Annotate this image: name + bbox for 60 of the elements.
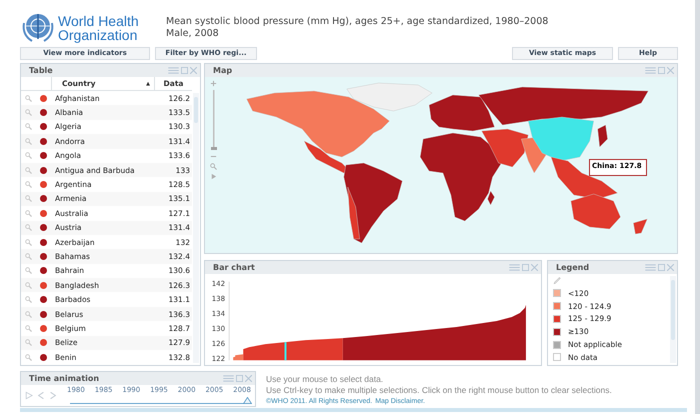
scrollbar[interactable]: [193, 93, 199, 363]
zoom-icon[interactable]: [25, 252, 32, 260]
play-icon[interactable]: [25, 391, 33, 400]
close-icon[interactable]: [245, 375, 252, 382]
zoom-icon[interactable]: [25, 224, 32, 232]
zoom-icon[interactable]: [25, 238, 32, 246]
zoom-icon[interactable]: [25, 94, 32, 102]
scrollbar[interactable]: [670, 276, 676, 363]
maximize-icon[interactable]: [181, 67, 188, 74]
zoom-icon[interactable]: [25, 310, 32, 318]
maximize-icon[interactable]: [658, 264, 665, 271]
zoom-icon[interactable]: [25, 166, 32, 174]
zoom-out-icon[interactable]: [210, 153, 217, 160]
zoom-icon[interactable]: [25, 296, 32, 304]
zoom-icon[interactable]: [25, 181, 32, 188]
logo-text: Organization: [58, 28, 138, 42]
scrollbar[interactable]: [20, 408, 687, 412]
menu-icon[interactable]: [223, 375, 234, 382]
zoom-slider-thumb[interactable]: [210, 147, 216, 150]
zoom-icon[interactable]: [25, 138, 32, 145]
panel-title: Table: [29, 66, 53, 75]
zoom-icon[interactable]: [25, 354, 32, 361]
maximize-icon[interactable]: [236, 375, 243, 382]
menu-icon[interactable]: [645, 264, 656, 271]
menu-icon[interactable]: [168, 67, 179, 74]
help-text: Use your mouse to select data.: [266, 374, 384, 385]
close-icon[interactable]: [531, 264, 538, 271]
zoom-in-icon[interactable]: [210, 80, 217, 87]
menu-icon[interactable]: [645, 67, 656, 74]
search-icon[interactable]: [210, 163, 217, 170]
previous-icon[interactable]: [37, 391, 45, 400]
world-map-drawing[interactable]: [246, 82, 648, 244]
sorted-bars-drawing[interactable]: [233, 304, 526, 360]
help-text: Use Ctrl-key to make multiple selections. Click on the right mouse button to clear selections.: [266, 385, 612, 396]
zoom-icon[interactable]: [25, 324, 32, 332]
page-title: Mean systolic blood pressure (mm Hg), ages 25+, age standardized, 1980–2008: [166, 16, 548, 28]
panel-title: Time animation: [29, 374, 100, 383]
zoom-icon[interactable]: [25, 109, 32, 116]
zoom-icon[interactable]: [25, 210, 32, 217]
zoom-icon[interactable]: [25, 195, 32, 202]
zoom-icon[interactable]: [25, 339, 32, 346]
maximize-icon[interactable]: [522, 264, 529, 271]
zoom-icon[interactable]: [25, 282, 32, 289]
panel-title: Map: [213, 66, 232, 75]
close-icon[interactable]: [667, 67, 674, 74]
close-icon[interactable]: [667, 264, 674, 271]
panel-title: Bar chart: [213, 263, 255, 272]
slider-handle[interactable]: [243, 397, 252, 404]
play-icon[interactable]: [210, 173, 217, 180]
close-icon[interactable]: [190, 67, 197, 74]
page-title: Male, 2008: [166, 28, 220, 40]
maximize-icon[interactable]: [658, 67, 665, 74]
zoom-icon[interactable]: [25, 152, 32, 160]
pencil-icon[interactable]: [553, 276, 561, 284]
panel-title: Legend: [556, 263, 590, 272]
next-icon[interactable]: [49, 391, 57, 400]
zoom-icon[interactable]: [25, 267, 32, 274]
logo-text: World Health: [58, 14, 140, 28]
menu-icon[interactable]: [509, 264, 520, 271]
zoom-icon[interactable]: [25, 123, 32, 130]
